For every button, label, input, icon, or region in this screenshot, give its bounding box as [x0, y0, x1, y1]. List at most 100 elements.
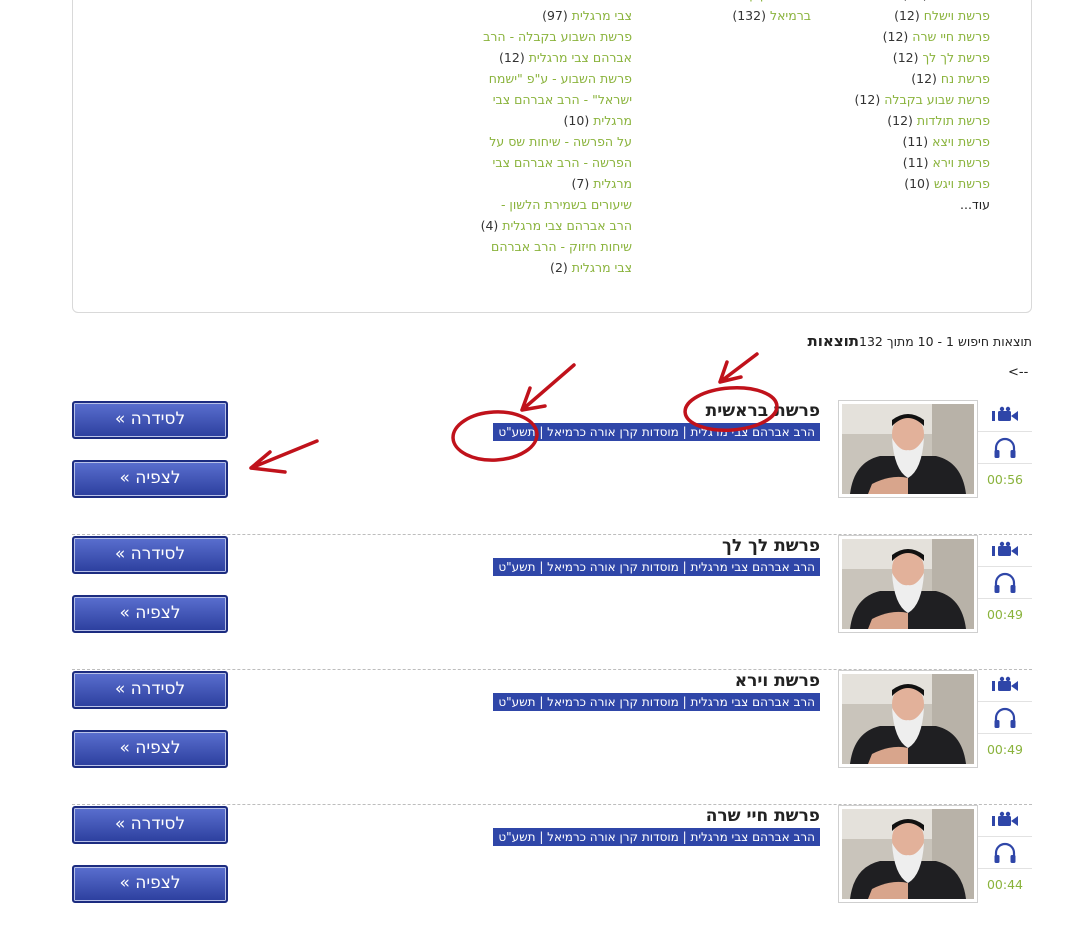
video-camera-icon[interactable] [978, 805, 1032, 837]
filter-link[interactable]: מרגלית [593, 176, 632, 191]
more-filters-link[interactable]: עוד... [790, 194, 990, 215]
filter-item[interactable]: על הפרשה - שיחות שס על [432, 131, 632, 152]
filter-item[interactable]: הפרשה - הרב אברהם צבי [432, 152, 632, 173]
filter-link[interactable]: פרשת לך לך [922, 50, 990, 65]
filter-item[interactable]: פרשת חיי שרה (12) [790, 26, 990, 47]
result-title[interactable]: פרשת וירא [735, 671, 820, 691]
filter-link[interactable]: צבי מרגלית [572, 8, 632, 23]
result-thumbnail[interactable] [838, 805, 978, 903]
series-button[interactable]: לסידרה » [72, 806, 228, 844]
watch-button[interactable]: לצפיה » [72, 730, 228, 768]
result-meta: הרב אברהם צבי מרגלית | מוסדות קרן אורה כ… [493, 693, 820, 711]
filter-item[interactable]: אברהם צבי מרגלית (12) [432, 47, 632, 68]
filter-link[interactable]: פרשת וירא [932, 155, 990, 170]
filter-item[interactable]: ברמיאל (132) [651, 5, 811, 26]
media-icons: 00:49 [978, 670, 1032, 768]
filter-link[interactable]: פרשת השבוע - ע"פ "ישמח [489, 71, 632, 86]
filter-link[interactable]: פרשת וישלח [924, 8, 990, 23]
watch-button[interactable]: לצפיה » [72, 595, 228, 633]
headphones-icon[interactable] [978, 702, 1032, 734]
filter-link[interactable]: מוסדות קרן אורה [718, 0, 811, 2]
filter-count: (12) [854, 92, 881, 107]
filter-link[interactable]: פרשת חיי שרה [912, 29, 990, 44]
speaker-photo [842, 539, 974, 629]
filter-item[interactable]: פרשת השבוע - ע"פ "ישמח [432, 68, 632, 89]
duration-label: 00:49 [986, 607, 1024, 622]
duration-label: 00:44 [986, 877, 1024, 892]
result-thumbnail[interactable] [838, 670, 978, 768]
series-button[interactable]: לסידרה » [72, 536, 228, 574]
result-meta: הרב אברהם צבי מרגלית | מוסדות קרן אורה כ… [493, 558, 820, 576]
filter-item[interactable]: שיחות חיזוק - הרב אברהם [432, 236, 632, 257]
filter-count: (12) [882, 29, 909, 44]
filter-item[interactable]: פרשת שבוע בקבלה (12) [790, 89, 990, 110]
filter-item[interactable]: פרשת השבוע בקבלה - הרב [432, 26, 632, 47]
video-camera-icon[interactable] [978, 400, 1032, 432]
filter-link[interactable]: הרב אברהם צבי מרגלית [502, 218, 632, 233]
filter-item[interactable]: מרגלית (10) [432, 110, 632, 131]
filter-count: (7) [571, 176, 590, 191]
result-meta: הרב אברהם צבי מרגלית | מוסדות קרן אורה כ… [493, 828, 820, 846]
filter-item[interactable]: צבי מרגלית (2) [432, 257, 632, 278]
filter-link[interactable]: ברמיאל [770, 8, 811, 23]
filter-count: (10) [563, 113, 590, 128]
filter-count: (2) [550, 260, 568, 275]
results-count-text: תוצאות חיפוש 1 - 10 מתוך 132 [859, 334, 1032, 349]
filter-link[interactable]: שיחות חיזוק - הרב אברהם [491, 239, 632, 254]
result-title[interactable]: פרשת בראשית [706, 401, 820, 421]
filter-item[interactable]: פרשת ויצא (11) [790, 131, 990, 152]
results-heading: תוצאות [807, 332, 860, 350]
filter-item[interactable]: פרשת תולדות (12) [790, 110, 990, 131]
filter-link[interactable]: הפרשה - הרב אברהם צבי [493, 155, 632, 170]
filter-item[interactable]: פרשת ויגש (10) [790, 173, 990, 194]
filter-count: (97) [542, 8, 568, 23]
filter-item[interactable]: ישראל" - הרב אברהם צבי [432, 89, 632, 110]
filter-link[interactable]: פרשת שבוע בקבלה [884, 92, 990, 107]
watch-button[interactable]: לצפיה » [72, 865, 228, 903]
headphones-icon[interactable] [978, 837, 1032, 869]
filter-item[interactable]: פרשת נח (12) [790, 68, 990, 89]
filter-link[interactable]: פרשת נח [941, 71, 990, 86]
filter-item[interactable]: שיעורים בשמירת הלשון - [432, 194, 632, 215]
result-thumbnail[interactable] [838, 400, 978, 498]
filter-link[interactable]: צבי מרגלית [572, 260, 632, 275]
filter-link[interactable]: פרשת ויצא [932, 134, 990, 149]
filter-link[interactable]: שיעורים בשמירת הלשון - [501, 197, 632, 212]
filter-link[interactable]: פרשת השבוע בקבלה - הרב [483, 29, 632, 44]
filter-link[interactable]: ישראל" - הרב אברהם צבי [493, 92, 632, 107]
filter-link[interactable]: פרשת ויגש [934, 176, 990, 191]
duration-label: 00:56 [986, 472, 1024, 487]
duration-label: 00:49 [986, 742, 1024, 757]
filter-item[interactable]: מרגלית (7) [432, 173, 632, 194]
filter-link[interactable]: על הפרשה - שיחות שס על [489, 134, 632, 149]
filter-item[interactable]: פרשת לך לך (12) [790, 47, 990, 68]
filter-link[interactable]: פרשת וישב [932, 0, 990, 2]
result-title[interactable]: פרשת לך לך [722, 536, 820, 556]
video-camera-icon[interactable] [978, 670, 1032, 702]
watch-button[interactable]: לצפיה » [72, 460, 228, 498]
filter-link[interactable]: על הפרשה - הרב אברהם [495, 0, 632, 2]
series-button[interactable]: לסידרה » [72, 671, 228, 709]
speaker-photo [842, 404, 974, 494]
filter-item[interactable]: פרשת וירא (11) [790, 152, 990, 173]
headphones-icon[interactable] [978, 432, 1032, 464]
result-row: לסידרה » לצפיה » פרשת בראשית הרב אברהם צ… [72, 400, 1032, 535]
filter-column-parasha: פרשת וישב (12)פרשת וישלח (12)פרשת חיי שר… [790, 0, 990, 215]
filter-link[interactable]: מרגלית [593, 113, 632, 128]
filter-link[interactable]: פרשת תולדות [917, 113, 990, 128]
filter-item[interactable]: צבי מרגלית (97) [432, 5, 632, 26]
media-icons: 00:44 [978, 805, 1032, 903]
filter-item[interactable]: הרב אברהם צבי מרגלית (4) [432, 215, 632, 236]
result-thumbnail[interactable] [838, 535, 978, 633]
series-button[interactable]: לסידרה » [72, 401, 228, 439]
pager-prev-link[interactable]: <-- [1008, 365, 1028, 380]
filter-count: (10) [904, 176, 930, 191]
filter-link[interactable]: אברהם צבי מרגלית [529, 50, 632, 65]
media-icons: 00:56 [978, 400, 1032, 498]
result-title[interactable]: פרשת חיי שרה [706, 806, 820, 826]
filter-item[interactable]: פרשת וישלח (12) [790, 5, 990, 26]
filter-count: (12) [892, 50, 919, 65]
filter-count: (132) [732, 8, 766, 23]
headphones-icon[interactable] [978, 567, 1032, 599]
video-camera-icon[interactable] [978, 535, 1032, 567]
